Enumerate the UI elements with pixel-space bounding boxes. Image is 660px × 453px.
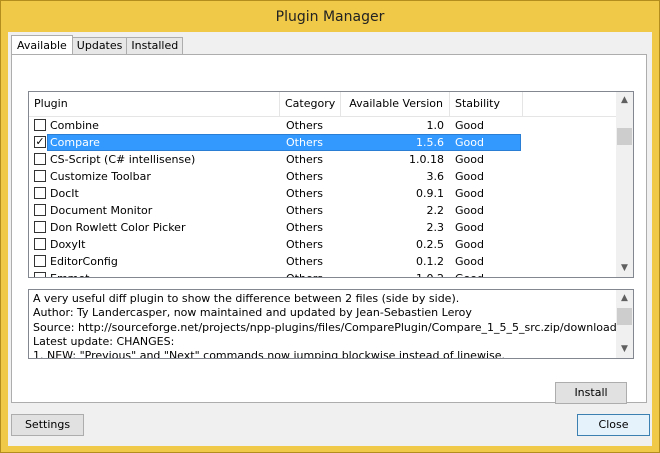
dialog-client: Available Updates Installed Plugin Categ… bbox=[8, 32, 652, 446]
plugin-version: 1.0 bbox=[426, 119, 445, 132]
plugin-stability: Good bbox=[455, 270, 484, 277]
list-scroll-thumb[interactable] bbox=[617, 128, 632, 145]
plugin-stability: Good bbox=[455, 170, 484, 183]
row-highlight bbox=[47, 134, 521, 151]
column-header-category[interactable]: Category bbox=[280, 92, 341, 116]
table-row[interactable]: Emmet Others 1.0.2 Good bbox=[29, 270, 616, 277]
plugin-name: Emmet bbox=[50, 270, 89, 277]
plugin-category: Others bbox=[286, 255, 323, 268]
tab-available[interactable]: Available bbox=[11, 35, 73, 54]
description-text: A very useful diff plugin to show the di… bbox=[33, 292, 617, 359]
plugin-category: Others bbox=[286, 238, 323, 251]
column-header-stability[interactable]: Stability bbox=[450, 92, 523, 116]
plugin-name: Customize Toolbar bbox=[50, 170, 151, 183]
tab-panel: Plugin Category Available Version Stabil… bbox=[11, 54, 647, 404]
plugin-category: Others bbox=[286, 187, 323, 200]
close-button[interactable]: Close bbox=[577, 414, 650, 436]
plugin-version: 1.0.18 bbox=[409, 153, 444, 166]
checkbox[interactable] bbox=[34, 153, 46, 165]
table-row[interactable]: Don Rowlett Color Picker Others 2.3 Good bbox=[29, 219, 616, 236]
scroll-down-icon[interactable]: ▼ bbox=[616, 260, 633, 277]
table-row[interactable]: DocIt Others 0.9.1 Good bbox=[29, 185, 616, 202]
plugin-category: Others bbox=[286, 153, 323, 166]
plugin-name: DoxyIt bbox=[50, 238, 86, 251]
tab-updates[interactable]: Updates bbox=[71, 37, 128, 54]
table-row[interactable]: DoxyIt Others 0.2.5 Good bbox=[29, 236, 616, 253]
table-row[interactable]: EditorConfig Others 0.1.2 Good bbox=[29, 253, 616, 270]
plugin-name: Don Rowlett Color Picker bbox=[50, 221, 186, 234]
check-icon: ✓ bbox=[35, 135, 45, 148]
checkbox[interactable] bbox=[34, 119, 46, 131]
plugin-version: 0.2.5 bbox=[416, 238, 444, 251]
description-scrollbar[interactable]: ▲ ▼ bbox=[616, 290, 633, 358]
plugin-version: 1.5.6 bbox=[416, 136, 444, 149]
checkbox[interactable] bbox=[34, 204, 46, 216]
list-scrollbar[interactable]: ▲ ▼ bbox=[616, 92, 633, 277]
plugin-version: 1.0.2 bbox=[347, 270, 444, 277]
plugin-stability: Good bbox=[455, 255, 484, 268]
plugin-manager-window: Plugin Manager Available Updates Install… bbox=[0, 0, 660, 453]
plugin-category: Others bbox=[286, 221, 323, 234]
checkbox[interactable] bbox=[34, 272, 46, 277]
table-row[interactable]: Document Monitor Others 2.2 Good bbox=[29, 202, 616, 219]
scroll-up-icon[interactable]: ▲ bbox=[616, 92, 633, 109]
plugin-category: Others bbox=[286, 119, 323, 132]
window-title: Plugin Manager bbox=[275, 8, 385, 25]
plugin-category: Others bbox=[286, 204, 323, 217]
plugin-rows: Combine Others 1.0 Good ✓ Compare Others 1.5.6 G… bbox=[29, 117, 616, 277]
tab-strip: Available Updates Installed bbox=[11, 35, 184, 54]
plugin-name: Document Monitor bbox=[50, 204, 153, 217]
description-line: 1. NEW: "Previous" and "Next" commands n… bbox=[33, 349, 505, 359]
plugin-category: Others bbox=[286, 170, 323, 183]
plugin-name: CS-Script (C# intellisense) bbox=[50, 153, 196, 166]
scroll-down-icon[interactable]: ▼ bbox=[616, 341, 633, 358]
install-button[interactable]: Install bbox=[555, 382, 627, 404]
column-header-version[interactable]: Available Version bbox=[341, 92, 450, 116]
checkbox[interactable] bbox=[34, 170, 46, 182]
plugin-version: 0.1.2 bbox=[416, 255, 444, 268]
settings-button[interactable]: Settings bbox=[11, 414, 84, 436]
plugin-stability: Good bbox=[455, 221, 484, 234]
plugin-stability: Good bbox=[455, 187, 484, 200]
plugin-description[interactable]: A very useful diff plugin to show the di… bbox=[28, 289, 634, 359]
plugin-version: 3.6 bbox=[426, 170, 445, 183]
checkbox[interactable] bbox=[34, 238, 46, 250]
plugin-stability: Good bbox=[455, 136, 484, 149]
checkbox[interactable] bbox=[34, 255, 46, 267]
plugin-stability: Good bbox=[455, 238, 484, 251]
plugin-category: Others bbox=[286, 270, 323, 277]
list-header: Plugin Category Available Version Stabil… bbox=[29, 92, 616, 117]
plugin-list[interactable]: Plugin Category Available Version Stabil… bbox=[28, 91, 634, 278]
table-row[interactable]: Customize Toolbar Others 3.6 Good bbox=[29, 168, 616, 185]
table-row[interactable]: ✓ Compare Others 1.5.6 Good bbox=[29, 134, 616, 151]
checkbox[interactable] bbox=[34, 187, 46, 199]
scroll-up-icon[interactable]: ▲ bbox=[616, 290, 633, 307]
plugin-version: 2.3 bbox=[426, 221, 445, 234]
plugin-name: EditorConfig bbox=[50, 255, 118, 268]
plugin-category: Others bbox=[286, 136, 323, 149]
checkbox[interactable] bbox=[34, 221, 46, 233]
plugin-version: 2.2 bbox=[426, 204, 445, 217]
tab-installed[interactable]: Installed bbox=[126, 37, 184, 54]
checkbox[interactable]: ✓ bbox=[34, 136, 46, 148]
plugin-name: Compare bbox=[50, 136, 100, 149]
table-row[interactable]: CS-Script (C# intellisense) Others 1.0.18 G… bbox=[29, 151, 616, 168]
plugin-stability: Good bbox=[455, 153, 484, 166]
description-line: Source: http://sourceforge.net/projects/… bbox=[33, 320, 617, 334]
plugin-stability: Good bbox=[455, 119, 484, 132]
column-header-plugin[interactable]: Plugin bbox=[29, 92, 280, 116]
plugin-version: 0.9.1 bbox=[416, 187, 444, 200]
table-row[interactable]: Combine Others 1.0 Good bbox=[29, 117, 616, 134]
plugin-stability: Good bbox=[455, 204, 484, 217]
description-line: Author: Ty Landercasper, now maintained … bbox=[33, 306, 472, 320]
plugin-name: DocIt bbox=[50, 187, 79, 200]
plugin-name: Combine bbox=[50, 119, 99, 132]
description-line: Latest update: CHANGES: bbox=[33, 334, 175, 348]
description-scroll-thumb[interactable] bbox=[617, 308, 632, 325]
description-line: A very useful diff plugin to show the di… bbox=[33, 292, 460, 305]
